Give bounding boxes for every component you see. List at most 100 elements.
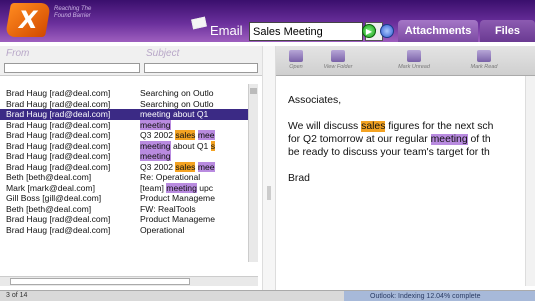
- message-row[interactable]: Brad Haug [rad@deal.com] Operational: [0, 225, 258, 236]
- envelope-closed-icon: [407, 50, 421, 62]
- message-signature: Brad: [288, 173, 310, 184]
- list-vertical-scrollbar[interactable]: [248, 84, 258, 262]
- tagline-line-1: Reaching The: [54, 6, 92, 12]
- message-subject: meeting about Q1 s: [140, 140, 246, 152]
- message-subject: Product Manageme: [140, 193, 246, 204]
- message-row[interactable]: Brad Haug [rad@deal.com] Q3 2002 sales me…: [0, 161, 258, 173]
- message-row[interactable]: Brad Haug [rad@deal.com] Q3 2002 sales me…: [0, 130, 258, 141]
- message-subject: [team] meeting upc: [140, 182, 246, 194]
- message-sender: Brad Haug [rad@deal.com]: [6, 98, 111, 109]
- highlight-meeting: meeting: [166, 182, 197, 193]
- text-segment: meeting about Q1: [140, 109, 209, 119]
- text-segment: Product Manageme: [140, 214, 215, 224]
- app-header: X Reaching The Found Barrier Email ▾ ▶ A…: [0, 0, 535, 42]
- message-sender: Brad Haug [rad@deal.com]: [6, 88, 111, 98]
- from-filter-input[interactable]: [4, 63, 140, 73]
- message-sender: Brad Haug [rad@deal.com]: [6, 140, 111, 151]
- message-sender: Brad Haug [rad@deal.com]: [6, 130, 111, 140]
- message-sender: Beth [beth@deal.com]: [6, 203, 92, 214]
- message-row[interactable]: Beth [beth@deal.com] Re: Operational: [0, 172, 258, 183]
- message-subject: meeting: [140, 119, 246, 131]
- text-segment: [team]: [140, 182, 167, 193]
- scroll-up-arrow[interactable]: [250, 88, 257, 94]
- message-subject: meeting about Q1: [140, 109, 246, 120]
- mark-read-label: Mark Read: [470, 64, 498, 70]
- reader-toolbar: Open View Folder Mark Unread Mark Read: [276, 46, 535, 76]
- open-button[interactable]: Open: [286, 50, 306, 70]
- highlight-meeting: meeting: [140, 140, 171, 151]
- tagline-line-2: Found Barrier: [54, 13, 91, 19]
- text-segment: about Q1: [170, 140, 211, 151]
- message-row[interactable]: Brad Haug [rad@deal.com] meeting about Q1…: [0, 140, 258, 152]
- message-row[interactable]: Brad Haug [rad@deal.com] Product Manageme: [0, 214, 258, 225]
- highlight-sales: sales: [175, 161, 196, 172]
- indexing-status: Outlook: Indexing 12.04% complete: [344, 291, 535, 301]
- scroll-thumb[interactable]: [10, 278, 190, 285]
- tab-attachments[interactable]: Attachments: [398, 20, 478, 42]
- highlight-sales: sales: [175, 130, 196, 140]
- message-count: 3 of 14: [6, 292, 28, 299]
- message-subject: Searching on Outlo: [140, 88, 246, 99]
- web-search-button[interactable]: [380, 24, 394, 38]
- message-sender: Mark [mark@deal.com]: [6, 182, 95, 193]
- pane-splitter[interactable]: [262, 46, 276, 290]
- message-row[interactable]: Beth [beth@deal.com] FW: RealTools: [0, 204, 258, 215]
- text-segment: FW: RealTools: [140, 203, 196, 214]
- message-row[interactable]: Gill Boss [gill@deal.com] Product Managem…: [0, 193, 258, 204]
- message-subject: Q3 2002 sales mee: [140, 130, 246, 141]
- message-subject: Searching on Outlo: [140, 99, 246, 110]
- view-folder-button[interactable]: View Folder: [318, 50, 358, 70]
- search-category-label: Email: [210, 23, 243, 38]
- message-row[interactable]: Brad Haug [rad@deal.com] meeting: [0, 119, 258, 131]
- message-row[interactable]: Mark [mark@deal.com] [team] meeting upc: [0, 182, 258, 194]
- reading-pane: Associates, We will discuss sales figure…: [276, 76, 535, 290]
- text-segment: be ready to discuss your team's target f…: [288, 147, 490, 158]
- message-sender: Brad Haug [rad@deal.com]: [6, 214, 111, 224]
- tab-files[interactable]: Files: [480, 20, 535, 42]
- message-subject: FW: RealTools: [140, 204, 246, 215]
- message-list: Brad Haug [rad@deal.com] Searching on Out…: [0, 88, 258, 235]
- column-header-from[interactable]: From: [6, 48, 29, 59]
- text-segment: Searching on Outlo: [140, 98, 214, 109]
- open-label: Open: [289, 64, 303, 70]
- text-segment: upc: [196, 182, 214, 193]
- message-row[interactable]: Brad Haug [rad@deal.com] Searching on Out…: [0, 88, 258, 99]
- open-icon: [289, 50, 303, 62]
- reader-vertical-scrollbar[interactable]: [525, 76, 535, 286]
- highlight-sales: sales: [361, 121, 386, 132]
- message-greeting: Associates,: [288, 95, 342, 106]
- message-subject: meeting: [140, 151, 246, 162]
- message-sender: Brad Haug [rad@deal.com]: [6, 109, 111, 119]
- splitter-grip[interactable]: [267, 186, 271, 200]
- envelope-icon: [191, 16, 207, 30]
- subject-filter-input[interactable]: [144, 63, 258, 73]
- highlight-meeting: meeting: [140, 151, 171, 161]
- message-row[interactable]: Brad Haug [rad@deal.com] Searching on Out…: [0, 99, 258, 110]
- message-row[interactable]: Brad Haug [rad@deal.com] meeting about Q1: [0, 109, 258, 120]
- message-sender: Brad Haug [rad@deal.com]: [6, 224, 111, 235]
- list-horizontal-scrollbar[interactable]: [0, 276, 258, 286]
- highlight-meeting: meeting: [430, 134, 468, 145]
- message-row[interactable]: Brad Haug [rad@deal.com] meeting: [0, 151, 258, 162]
- message-sender: Brad Haug [rad@deal.com]: [6, 119, 111, 130]
- message-subject: Product Manageme: [140, 214, 246, 225]
- app-logo: X: [5, 3, 51, 37]
- text-segment: Q3 2002: [140, 161, 176, 172]
- highlight-sales: s: [210, 140, 216, 151]
- message-sender: Gill Boss [gill@deal.com]: [6, 193, 102, 203]
- folder-icon: [331, 50, 345, 62]
- text-segment: Product Manageme: [140, 193, 215, 203]
- message-subject: Q3 2002 sales mee: [140, 161, 246, 173]
- highlight-meeting: mee: [197, 130, 215, 140]
- message-sender: Brad Haug [rad@deal.com]: [6, 151, 111, 161]
- search-group: Email ▾: [190, 16, 390, 42]
- text-segment: Searching on Outlo: [140, 88, 214, 98]
- message-sender: Brad Haug [rad@deal.com]: [6, 161, 111, 172]
- text-segment: figures for the next sch: [385, 121, 494, 132]
- column-header-subject[interactable]: Subject: [146, 48, 179, 59]
- go-button[interactable]: ▶: [362, 24, 376, 38]
- search-input[interactable]: [249, 22, 363, 41]
- mark-read-button[interactable]: Mark Read: [464, 50, 504, 70]
- play-icon: ▶: [365, 26, 373, 36]
- mark-unread-button[interactable]: Mark Unread: [394, 50, 434, 70]
